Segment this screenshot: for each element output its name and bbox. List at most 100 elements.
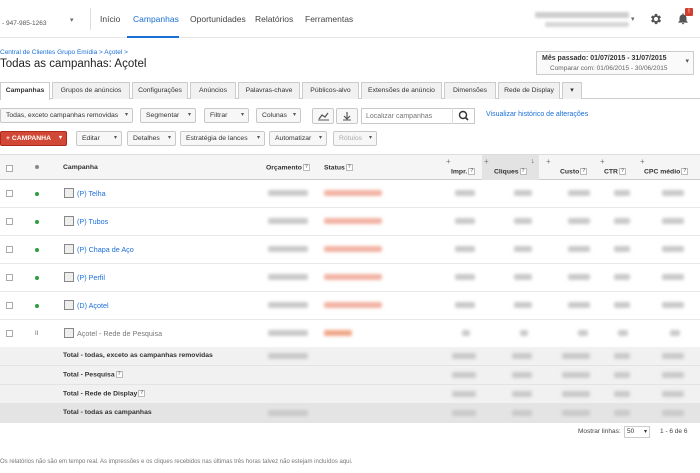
add-column-icon[interactable]: +: [484, 157, 489, 166]
tab-bar: Campanhas Grupos de anúncios Configuraçõ…: [0, 82, 700, 100]
nav-item-oportunidades[interactable]: Oportunidades: [190, 14, 246, 24]
help-icon[interactable]: ?: [468, 168, 476, 175]
details-dropdown[interactable]: Detalhes ▾: [127, 131, 176, 146]
header-cpc[interactable]: CPC médio?: [644, 168, 689, 175]
total-label: Total - todas, exceto as campanhas remov…: [63, 352, 213, 359]
help-icon[interactable]: ?: [345, 164, 353, 171]
row-checkbox[interactable]: [6, 246, 13, 253]
nav-item-inicio[interactable]: Início: [100, 14, 120, 24]
gear-icon[interactable]: [649, 12, 663, 26]
help-icon[interactable]: ?: [115, 371, 123, 378]
new-campaign-label: + CAMPANHA: [6, 135, 51, 142]
row-checkbox[interactable]: [6, 218, 13, 225]
campaign-link[interactable]: (P) Telha: [77, 189, 106, 198]
display-campaign-icon: [64, 300, 74, 310]
nav-divider: [90, 8, 91, 30]
help-icon[interactable]: ?: [618, 168, 626, 175]
status-dot-header-icon[interactable]: [35, 165, 39, 169]
campaign-link[interactable]: (P) Tubos: [77, 217, 108, 226]
columns-dropdown[interactable]: Colunas ▾: [256, 108, 301, 123]
segment-label: Segmentar: [146, 112, 180, 119]
bid-strategy-dropdown[interactable]: Estratégia de lances ▾: [180, 131, 265, 146]
add-column-icon[interactable]: +: [600, 157, 605, 166]
add-column-icon[interactable]: +: [640, 157, 645, 166]
date-range-selector[interactable]: Mês passado: 01/07/2015 - 31/07/2015 Com…: [536, 51, 694, 75]
header-campaign[interactable]: Campanha: [63, 164, 98, 171]
total-row: Total - Pesquisa?: [0, 366, 700, 385]
row-checkbox[interactable]: [6, 274, 13, 281]
edit-dropdown[interactable]: Editar ▾: [76, 131, 122, 146]
total-row: Total - todas, exceto as campanhas remov…: [0, 347, 700, 366]
realtime-notice: Os relatórios não são em tempo real. As …: [0, 459, 353, 465]
tab-dimensoes[interactable]: Dimensões: [444, 82, 496, 99]
row-checkbox[interactable]: [6, 302, 13, 309]
tab-more-icon[interactable]: ▾: [562, 82, 582, 99]
labels-label: Rótulos: [339, 135, 363, 142]
search-icon: [458, 110, 469, 121]
view-filter-dropdown[interactable]: Todas, exceto campanhas removidas ▾: [0, 108, 133, 123]
add-column-icon[interactable]: +: [546, 157, 551, 166]
automate-dropdown[interactable]: Automatizar ▾: [269, 131, 327, 146]
campaign-link[interactable]: (D) Açotel: [77, 301, 109, 310]
view-filter-label: Todas, exceto campanhas removidas: [6, 112, 119, 119]
status-dot-icon[interactable]: [35, 192, 39, 196]
header-budget[interactable]: Orçamento?: [266, 164, 310, 171]
tab-extensoes[interactable]: Extensões de anúncio: [361, 82, 442, 99]
pause-icon[interactable]: II: [35, 331, 38, 337]
breadcrumb[interactable]: Central de Clientes Grupo Emídia > Açote…: [0, 49, 128, 56]
account-dropdown-icon[interactable]: ▾: [70, 16, 74, 24]
search-campaign-icon: [64, 328, 74, 338]
campaign-link[interactable]: Açotel - Rede de Pesquisa: [77, 329, 162, 338]
account-email-blurred: [545, 22, 629, 27]
chevron-down-icon: ▾: [318, 135, 322, 141]
tab-publicos-alvo[interactable]: Públicos-alvo: [302, 82, 359, 99]
header-ctr[interactable]: CTR?: [604, 168, 626, 175]
header-cost[interactable]: Custo?: [560, 168, 588, 175]
new-campaign-button[interactable]: + CAMPANHA ▾: [0, 131, 67, 146]
status-dot-icon[interactable]: [35, 248, 39, 252]
account-menu-icon[interactable]: ▾: [631, 15, 635, 23]
tab-grupos-de-anuncios[interactable]: Grupos de anúncios: [52, 82, 130, 99]
chevron-down-icon: ▾: [240, 112, 244, 118]
header-clicks[interactable]: Cliques?: [494, 168, 527, 175]
nav-item-campanhas[interactable]: Campanhas: [133, 14, 179, 24]
help-icon[interactable]: ?: [580, 168, 588, 175]
status-dot-icon[interactable]: [35, 304, 39, 308]
rows-per-page-select[interactable]: 50 ▾: [624, 426, 650, 438]
tab-configuracoes[interactable]: Configurações: [132, 82, 188, 99]
labels-dropdown[interactable]: Rótulos ▾: [333, 131, 377, 146]
search-campaign-icon: [64, 216, 74, 226]
download-icon: [343, 112, 351, 121]
change-history-link[interactable]: Visualizar histórico de alterações: [486, 111, 588, 118]
help-icon[interactable]: ?: [138, 390, 146, 397]
select-all-checkbox[interactable]: [6, 165, 13, 172]
segment-dropdown[interactable]: Segmentar ▾: [140, 108, 196, 123]
download-button[interactable]: [336, 108, 358, 124]
add-column-icon[interactable]: +: [446, 157, 451, 166]
tab-palavras-chave[interactable]: Palavras-chave: [238, 82, 300, 99]
tab-anuncios[interactable]: Anúncios: [190, 82, 236, 99]
row-checkbox[interactable]: [6, 190, 13, 197]
nav-item-relatorios[interactable]: Relatórios: [255, 14, 293, 24]
row-checkbox[interactable]: [6, 330, 13, 337]
total-label: Total - todas as campanhas: [63, 409, 152, 416]
help-icon[interactable]: ?: [519, 168, 527, 175]
header-status[interactable]: Status?: [324, 164, 353, 171]
header-impressions[interactable]: Impr.?: [451, 168, 476, 175]
campaign-link[interactable]: (P) Perfil: [77, 273, 105, 282]
pagination-range: 1 - 6 de 6: [660, 428, 688, 435]
nav-item-ferramentas[interactable]: Ferramentas: [305, 14, 353, 24]
status-dot-icon[interactable]: [35, 220, 39, 224]
chart-toggle-button[interactable]: [312, 108, 334, 124]
help-icon[interactable]: ?: [302, 164, 310, 171]
tab-rede-de-display[interactable]: Rede de Display: [498, 82, 560, 99]
search-button[interactable]: [452, 108, 474, 124]
sort-desc-icon[interactable]: ↓: [531, 158, 535, 165]
chevron-down-icon: ▾: [113, 135, 117, 141]
help-icon[interactable]: ?: [681, 168, 689, 175]
status-dot-icon[interactable]: [35, 276, 39, 280]
tab-campanhas[interactable]: Campanhas: [0, 82, 50, 100]
filter-dropdown[interactable]: Filtrar ▾: [204, 108, 249, 123]
campaign-link[interactable]: (P) Chapa de Aço: [77, 245, 134, 254]
table-header: Campanha Orçamento? Status? + Impr.? + C…: [0, 154, 700, 181]
